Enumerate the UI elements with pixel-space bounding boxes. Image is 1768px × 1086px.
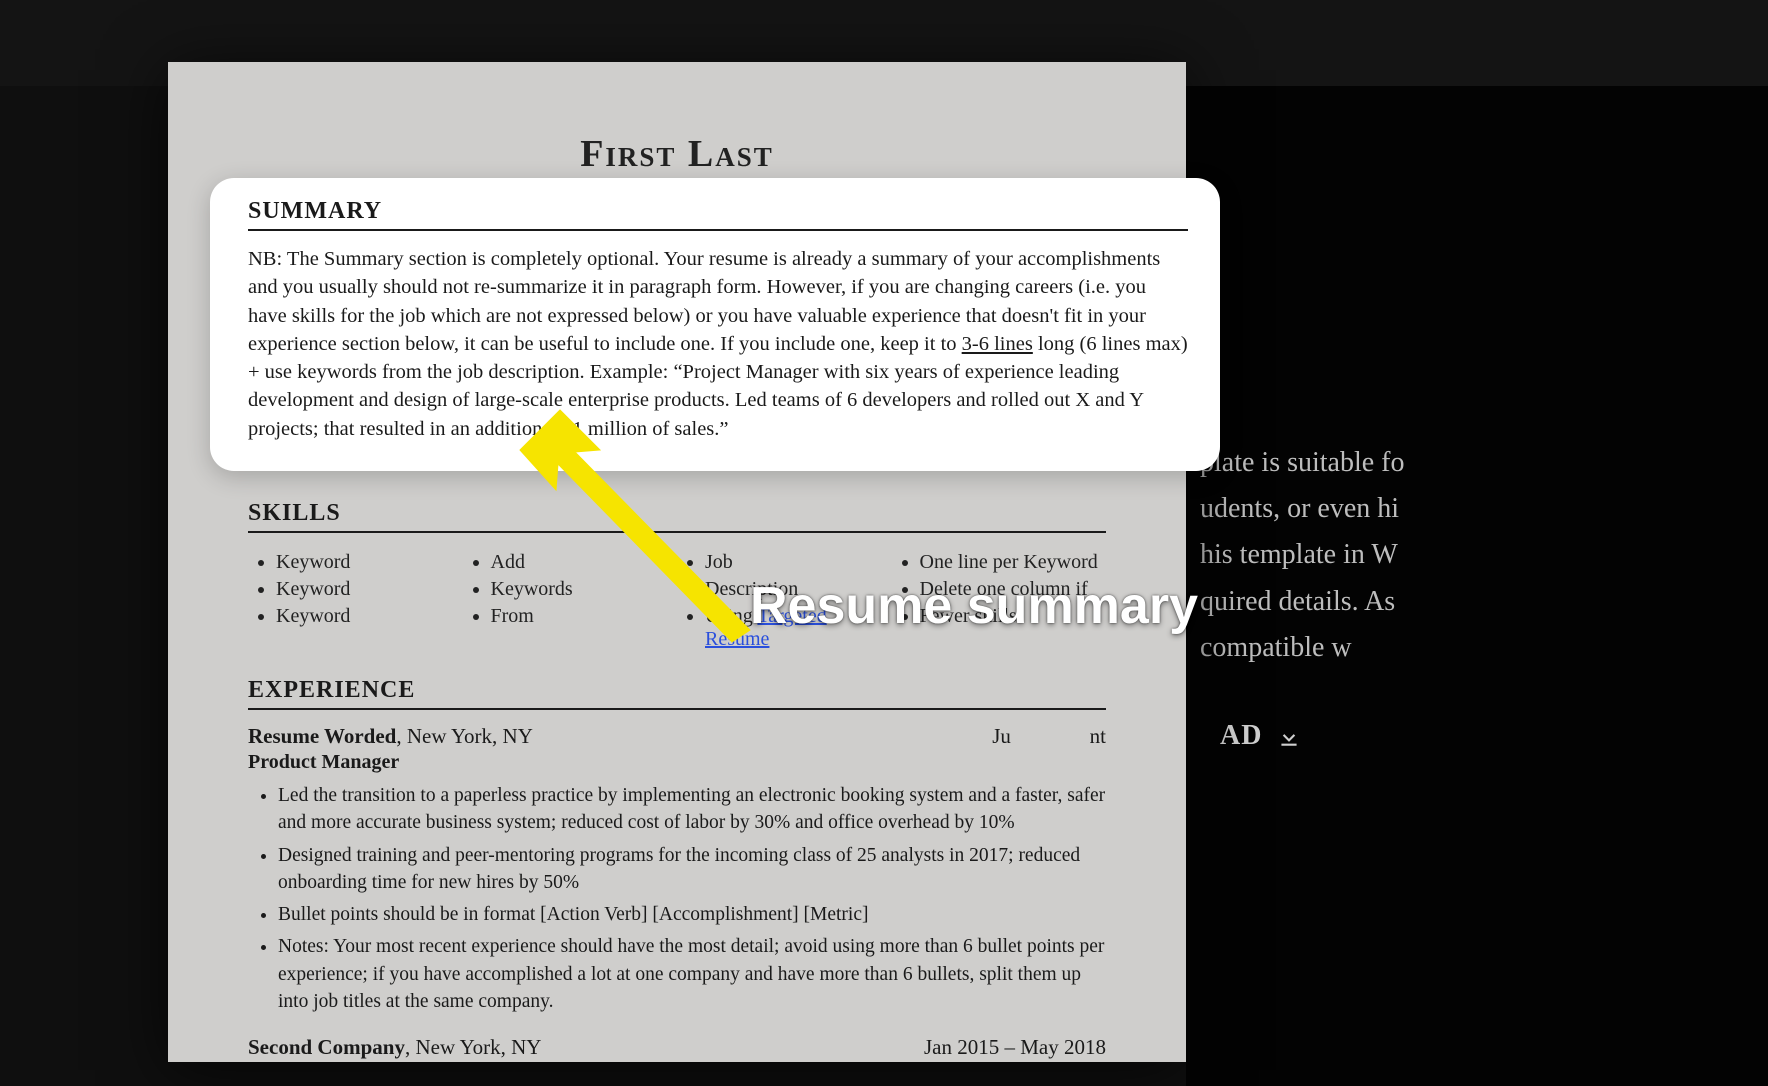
- job-1-bullets: Led the transition to a paperless practi…: [248, 782, 1106, 1015]
- summary-heading: SUMMARY: [248, 198, 1188, 231]
- skills-col-2: Add Keywords From: [463, 547, 678, 655]
- list-item: Led the transition to a paperless practi…: [278, 782, 1106, 837]
- summary-underlined: 3-6 lines: [962, 333, 1033, 355]
- list-item: Designed training and peer-mentoring pro…: [278, 842, 1106, 897]
- list-item: Bullet points should be in format [Actio…: [278, 901, 1106, 928]
- list-item: Keyword: [276, 578, 463, 601]
- experience-heading: EXPERIENCE: [248, 677, 1106, 710]
- list-item: From: [491, 605, 678, 628]
- list-item: Add: [491, 551, 678, 574]
- job-1-dates: Ju nt: [992, 724, 1106, 749]
- list-item: Keyword: [276, 551, 463, 574]
- annotation-label: Resume summary: [750, 576, 1198, 636]
- download-icon: [1276, 723, 1302, 749]
- job-1-location: New York, NY: [407, 724, 533, 748]
- resume-name: First Last: [248, 132, 1106, 176]
- job-1-role: Product Manager: [248, 751, 1106, 774]
- skills-col-1: Keyword Keyword Keyword: [248, 547, 463, 655]
- job-2-header: Second Company, New York, NY Jan 2015 – …: [248, 1035, 1106, 1060]
- list-item: Notes: Your most recent experience shoul…: [278, 933, 1106, 1015]
- list-item: Job: [705, 551, 892, 574]
- job-2-company: Second Company: [248, 1035, 405, 1059]
- job-1-company: Resume Worded: [248, 724, 396, 748]
- summary-highlight-card: SUMMARY NB: The Summary section is compl…: [210, 178, 1220, 471]
- summary-body: NB: The Summary section is completely op…: [248, 245, 1188, 443]
- list-item: Keyword: [276, 605, 463, 628]
- job-1-header: Resume Worded, New York, NY Ju nt: [248, 724, 1106, 749]
- list-item: One line per Keyword: [920, 551, 1107, 574]
- skills-heading: SKILLS: [248, 500, 1106, 533]
- job-2-location: New York, NY: [415, 1035, 541, 1059]
- background-side-text: plate is suitable fo udents, or even hi …: [1200, 440, 1405, 671]
- job-2-dates: Jan 2015 – May 2018: [924, 1035, 1106, 1060]
- download-button-fragment[interactable]: AD: [1220, 720, 1302, 752]
- download-label-fragment: AD: [1220, 720, 1262, 752]
- list-item: Keywords: [491, 578, 678, 601]
